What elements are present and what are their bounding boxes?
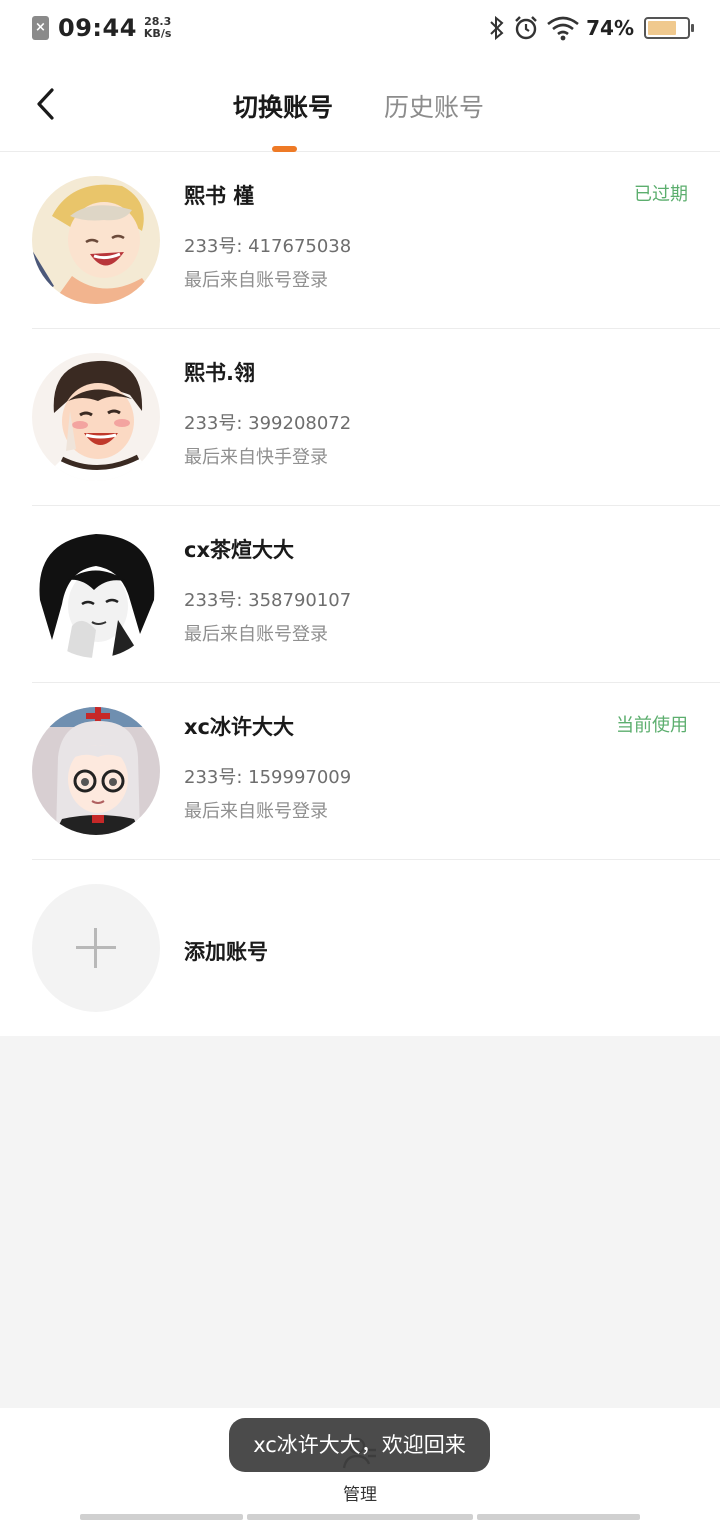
manage-button-label[interactable]: 管理 — [0, 1480, 720, 1505]
account-name: cx茶煊大大 — [184, 538, 294, 562]
network-speed: 28.3 KB/s — [143, 15, 172, 40]
account-item[interactable]: xc冰许大大 233号: 159997009 最后来自账号登录 当前使用 — [0, 683, 720, 860]
account-name: xc冰许大大 — [184, 715, 294, 739]
plus-icon — [32, 884, 160, 1012]
nav-line — [477, 1514, 640, 1520]
account-item[interactable]: 熙书 槿 233号: 417675038 最后来自账号登录 已过期 — [0, 152, 720, 329]
empty-area — [0, 1036, 720, 1408]
welcome-toast: xc冰许大大，欢迎回来 — [229, 1418, 490, 1472]
tab-history-account[interactable]: 历史账号 — [384, 88, 484, 124]
account-list: 熙书 槿 233号: 417675038 最后来自账号登录 已过期 熙书.翎 2… — [0, 152, 720, 1038]
login-source: 最后来自账号登录 — [184, 270, 328, 291]
avatar — [32, 176, 160, 304]
account-name: 熙书 槿 — [184, 184, 255, 208]
clock: 09:44 — [58, 14, 137, 42]
alarm-icon — [515, 16, 537, 40]
account-id: 233号: 159997009 — [184, 767, 352, 788]
account-name: 熙书.翎 — [184, 361, 255, 385]
login-source: 最后来自账号登录 — [184, 624, 328, 645]
battery-percent: 74% — [586, 16, 634, 40]
add-account-button[interactable]: 添加账号 — [0, 860, 720, 1038]
tab-bar: 切换账号 历史账号 — [0, 58, 720, 152]
account-item[interactable]: cx茶煊大大 233号: 358790107 最后来自账号登录 — [0, 506, 720, 683]
no-sim-icon: × — [32, 16, 49, 40]
battery-fill — [648, 21, 677, 35]
bluetooth-icon — [490, 15, 504, 41]
status-bar: × 09:44 28.3 KB/s 74% — [0, 0, 720, 58]
nav-line — [247, 1514, 473, 1520]
account-id: 233号: 399208072 — [184, 413, 352, 434]
status-badge: 已过期 — [634, 184, 688, 205]
navigation-bar — [0, 1514, 720, 1520]
nav-line — [80, 1514, 243, 1520]
avatar — [32, 707, 160, 835]
login-source: 最后来自快手登录 — [184, 447, 328, 468]
add-account-label: 添加账号 — [184, 940, 268, 964]
avatar — [32, 353, 160, 481]
login-source: 最后来自账号登录 — [184, 801, 328, 822]
header: 切换账号 历史账号 — [0, 58, 720, 152]
avatar — [32, 530, 160, 658]
status-badge: 当前使用 — [616, 715, 688, 736]
account-id: 233号: 358790107 — [184, 590, 352, 611]
account-id: 233号: 417675038 — [184, 236, 352, 257]
wifi-icon — [547, 16, 579, 41]
battery-icon — [644, 17, 694, 39]
tab-switch-account[interactable]: 切换账号 — [233, 88, 333, 124]
account-item[interactable]: 熙书.翎 233号: 399208072 最后来自快手登录 — [0, 329, 720, 506]
